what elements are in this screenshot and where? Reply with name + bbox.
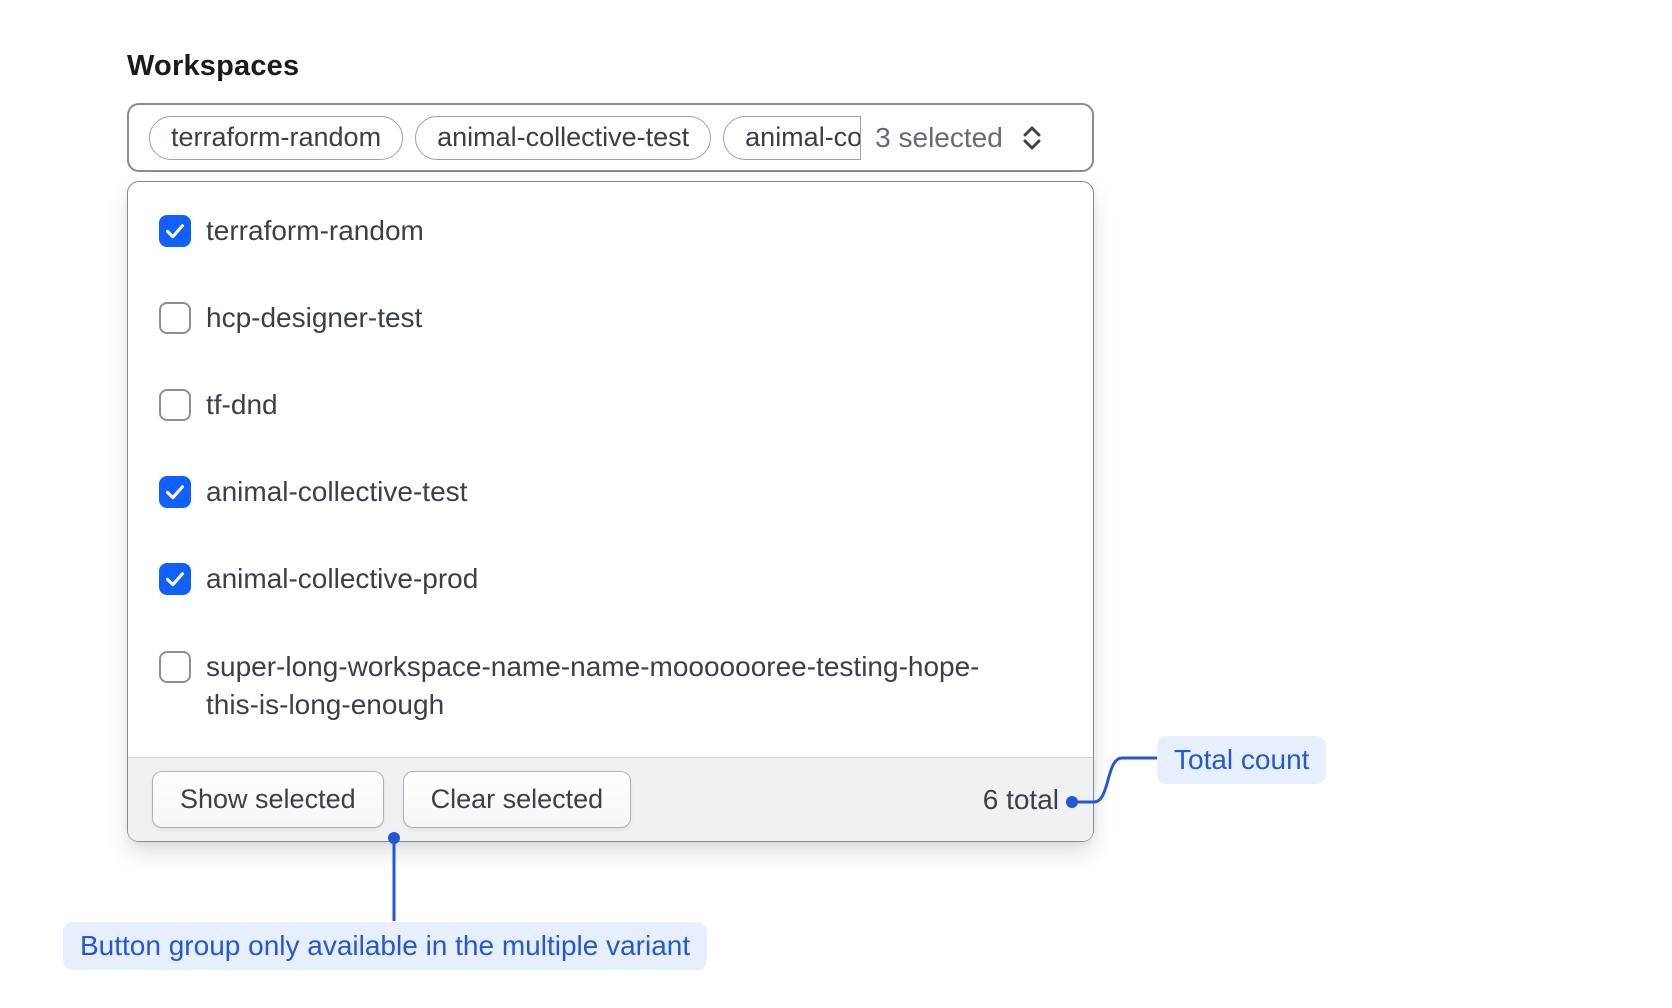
workspaces-select-trigger[interactable]: terraform-random animal-collective-test … bbox=[127, 103, 1094, 172]
listbox-option[interactable]: super-long-workspace-name-name-moooooore… bbox=[128, 622, 1093, 724]
selected-count-text: 3 selected bbox=[875, 122, 1003, 154]
option-label: tf-dnd bbox=[206, 386, 278, 424]
workspaces-dropdown-panel: terraform-random hcp-designer-test tf-dn… bbox=[127, 181, 1094, 842]
selected-tag: animal-collective-test bbox=[415, 116, 711, 160]
checkbox[interactable] bbox=[159, 476, 191, 508]
checkbox[interactable] bbox=[159, 215, 191, 247]
option-label: animal-collective-test bbox=[206, 473, 467, 511]
listbox-option[interactable]: terraform-random bbox=[128, 187, 1093, 274]
checkmark-icon bbox=[161, 476, 189, 508]
listbox-option[interactable]: animal-collective-prod bbox=[128, 535, 1093, 622]
dropdown-footer: Show selected Clear selected 6 total bbox=[128, 757, 1093, 841]
checkmark-icon bbox=[161, 563, 189, 595]
listbox-option[interactable]: animal-collective-test bbox=[128, 448, 1093, 535]
show-selected-button[interactable]: Show selected bbox=[152, 771, 384, 828]
option-label: animal-collective-prod bbox=[206, 560, 478, 598]
screenshot-stage: Workspaces terraform-random animal-colle… bbox=[0, 0, 1672, 1008]
button-group-annotation: Button group only available in the multi… bbox=[63, 922, 707, 970]
workspaces-field-label: Workspaces bbox=[127, 50, 299, 83]
clear-selected-button[interactable]: Clear selected bbox=[403, 771, 632, 828]
checkbox[interactable] bbox=[159, 302, 191, 334]
option-label: terraform-random bbox=[206, 212, 424, 250]
option-label: hcp-designer-test bbox=[206, 299, 422, 337]
workspaces-listbox: terraform-random hcp-designer-test tf-dn… bbox=[128, 182, 1093, 757]
checkbox[interactable] bbox=[159, 651, 191, 683]
listbox-option[interactable]: hcp-designer-test bbox=[128, 274, 1093, 361]
selected-tag-clipped: animal-co bbox=[723, 116, 861, 160]
checkbox[interactable] bbox=[159, 563, 191, 595]
chevron-up-down-icon bbox=[1017, 121, 1047, 155]
checkbox[interactable] bbox=[159, 389, 191, 421]
checkmark-icon bbox=[161, 215, 189, 247]
option-label: super-long-workspace-name-name-moooooore… bbox=[206, 648, 1001, 724]
total-count-annotation: Total count bbox=[1157, 736, 1326, 784]
listbox-option[interactable]: tf-dnd bbox=[128, 361, 1093, 448]
selected-tag: terraform-random bbox=[149, 116, 403, 160]
total-count-text: 6 total bbox=[983, 784, 1059, 816]
